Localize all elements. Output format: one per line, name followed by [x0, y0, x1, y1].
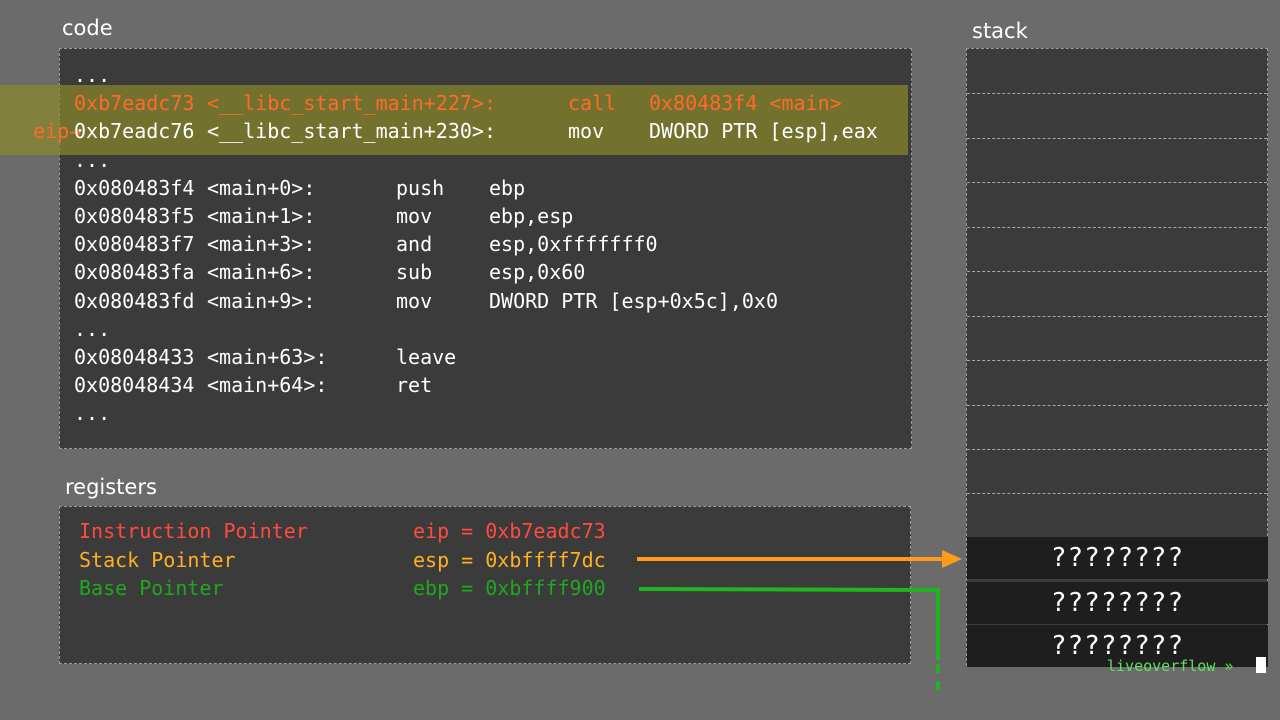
stack-slot-divider [967, 493, 1267, 494]
code-sym: <main+1>: [207, 204, 316, 228]
stack-slot-divider [967, 271, 1267, 272]
code-addr: 0x08048434 [74, 373, 195, 398]
code-args: esp,0xfffffff0 [489, 232, 658, 257]
code-sym: <main+6>: [207, 260, 316, 285]
stack-value: ???????? [967, 537, 1268, 579]
stack-slot-divider [967, 93, 1267, 94]
code-addr: ... [74, 63, 111, 87]
code-op: call [568, 91, 617, 116]
code-sym: <main+63>: [207, 345, 328, 369]
code-sym: <main+64>: [207, 373, 328, 398]
register-name: Stack Pointer [79, 548, 236, 572]
code-op: mov [396, 204, 433, 228]
code-op: and [396, 232, 433, 257]
register-value: esp = 0xbffff7dc [413, 548, 606, 572]
watermark: liveoverflow » [1107, 657, 1234, 675]
code-sym: <main+3>: [207, 232, 316, 257]
registers-title: registers [65, 475, 157, 499]
code-addr: 0x080483f5 [74, 204, 195, 228]
stack-slot-divider [967, 449, 1267, 450]
stack-slot-divider [967, 316, 1267, 317]
code-sym: <main+9>: [207, 288, 316, 313]
code-args: esp,0x60 [489, 260, 586, 285]
stack-slot-divider [967, 182, 1267, 183]
code-op: mov [396, 288, 433, 313]
code-sym: <main+0>: [207, 175, 316, 200]
code-addr: 0x080483fa [74, 260, 195, 285]
code-addr: ... [74, 147, 111, 172]
stack-title: stack [972, 19, 1028, 43]
code-addr: 0x080483f4 [74, 175, 195, 200]
code-args: ebp,esp [489, 204, 574, 228]
code-args: 0x80483f4 <main> [649, 91, 842, 116]
code-addr: ... [74, 316, 111, 341]
code-args: DWORD PTR [esp+0x5c],0x0 [489, 288, 778, 313]
code-addr: 0x080483fd [74, 288, 195, 313]
code-addr: 0x08048433 [74, 345, 195, 369]
code-addr: 0x080483f7 [74, 232, 195, 257]
stack-slot-divider [967, 227, 1267, 228]
stack-slot-divider [967, 360, 1267, 361]
register-value: eip = 0xb7eadc73 [413, 519, 606, 543]
register-name: Base Pointer [79, 576, 224, 600]
code-addr: 0xb7eadc76 [74, 119, 195, 144]
stack-slot-divider [967, 405, 1267, 406]
register-value: ebp = 0xbffff900 [413, 576, 606, 600]
code-op: mov [568, 119, 605, 144]
code-addr: ... [74, 401, 111, 426]
cursor-block [1256, 657, 1266, 673]
code-op: ret [396, 373, 433, 398]
code-addr: 0xb7eadc73 [74, 91, 195, 116]
code-sym: <__libc_start_main+227>: [207, 91, 496, 116]
code-op: push [396, 175, 445, 200]
stack-slot-divider [967, 138, 1267, 139]
stack-value: ???????? [967, 582, 1268, 624]
code-args: DWORD PTR [esp],eax [649, 119, 878, 144]
eip-marker: eip→ [9, 89, 81, 143]
code-args: ebp [489, 175, 526, 200]
code-sym: <__libc_start_main+230>: [207, 119, 496, 144]
code-title: code [62, 16, 113, 40]
register-name: Instruction Pointer [79, 519, 308, 543]
code-op: leave [396, 345, 457, 369]
eip-marker-label: eip [33, 119, 70, 143]
code-op: sub [396, 260, 433, 285]
